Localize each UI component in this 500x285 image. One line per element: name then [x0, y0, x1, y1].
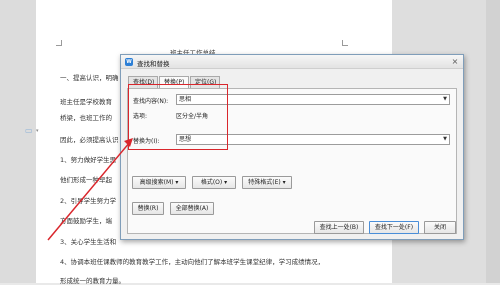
annotation-arrow-icon — [47, 138, 133, 241]
